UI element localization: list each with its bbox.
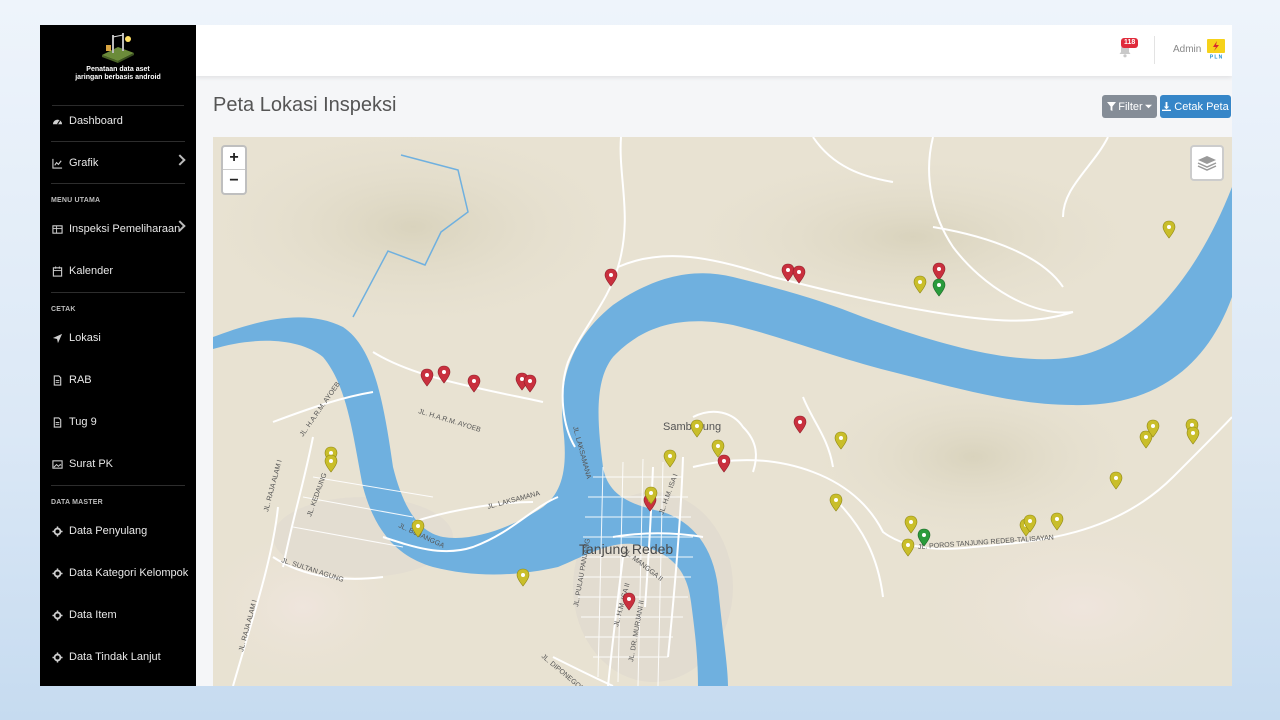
pln-logo-icon[interactable]: P L N — [1205, 38, 1227, 61]
logo-area[interactable]: Penataan data aset jaringan berbasis and… — [52, 31, 184, 106]
download-icon — [1162, 102, 1172, 111]
map-canvas[interactable]: Sambaliung Tanjung Redeb JL. H.A.R.M. AY… — [213, 137, 1232, 686]
sidebar-item-label: Grafik — [69, 157, 99, 169]
chevron-right-icon — [174, 154, 186, 166]
sidebar-item-label: Tug 9 — [69, 416, 97, 428]
svg-text:P L N: P L N — [1210, 55, 1223, 61]
sidebar-item-label: Kalender — [69, 265, 114, 277]
sidebar-item-label: Data Item — [69, 609, 117, 621]
divider — [51, 183, 185, 184]
dashboard-icon — [52, 116, 63, 127]
image-icon — [52, 459, 63, 470]
sidebar-item-grafik[interactable]: Grafik — [40, 148, 196, 178]
sidebar-item-label: RAB — [69, 374, 92, 386]
location-arrow-icon — [52, 333, 63, 344]
table-icon — [52, 224, 63, 235]
sidebar-item-data-item[interactable]: Data Item — [40, 600, 196, 630]
gear-icon — [52, 651, 63, 663]
chart-icon — [52, 158, 63, 169]
page-title: Peta Lokasi Inspeksi — [213, 94, 397, 116]
zoom-control: + − — [221, 145, 247, 195]
sidebar-item-tug9[interactable]: Tug 9 — [40, 407, 196, 437]
sidebar-item-label: Data Tindak Lanjut — [69, 651, 161, 663]
divider — [51, 141, 185, 142]
cetak-peta-button-label: Cetak Peta — [1174, 100, 1229, 113]
zoom-in-button[interactable]: + — [223, 147, 245, 170]
sidebar-item-data-tindak-lanjut[interactable]: Data Tindak Lanjut — [40, 642, 196, 672]
notification-badge: 118 — [1121, 38, 1139, 48]
topbar: 118 Admin P L N — [196, 25, 1232, 76]
gear-icon — [52, 567, 63, 579]
gear-icon — [52, 525, 63, 537]
sidebar-item-data-kategori-kelompok[interactable]: Data Kategori Kelompok — [40, 558, 196, 588]
calendar-icon — [52, 265, 63, 277]
app-logo-icon — [98, 31, 138, 63]
filter-button[interactable]: Filter — [1102, 95, 1157, 118]
zoom-out-button[interactable]: − — [223, 170, 245, 192]
divider — [51, 485, 185, 486]
caret-down-icon — [1144, 104, 1152, 109]
map-container[interactable]: Sambaliung Tanjung Redeb JL. H.A.R.M. AY… — [213, 137, 1232, 686]
gear-icon — [52, 609, 63, 621]
sidebar-item-label: Lokasi — [69, 332, 101, 344]
sidebar-item-label: Surat PK — [69, 458, 114, 470]
cetak-peta-button[interactable]: Cetak Peta — [1160, 95, 1231, 118]
section-cetak: CETAK — [51, 306, 76, 313]
file-icon — [52, 416, 63, 428]
sidebar-item-lokasi[interactable]: Lokasi — [40, 323, 196, 353]
sidebar-item-surat-pk[interactable]: Surat PK — [40, 449, 196, 479]
sidebar-item-label: Data Kategori Kelompok — [69, 567, 189, 579]
layers-icon[interactable] — [1190, 145, 1224, 181]
sidebar-item-rab[interactable]: RAB — [40, 365, 196, 395]
divider — [1154, 36, 1155, 64]
sidebar-item-label: Inspeksi Pemeliharaan — [69, 223, 181, 235]
user-name[interactable]: Admin — [1173, 44, 1201, 55]
sidebar: Penataan data aset jaringan berbasis and… — [40, 25, 196, 686]
filter-icon — [1107, 102, 1117, 111]
sidebar-item-label: Data Penyulang — [69, 525, 148, 537]
divider — [51, 292, 185, 293]
filter-button-label: Filter — [1118, 100, 1143, 113]
sidebar-item-label: Dashboard — [69, 115, 123, 127]
sidebar-item-kalender[interactable]: Kalender — [40, 256, 196, 286]
section-data-master: DATA MASTER — [51, 499, 103, 506]
logo-caption: Penataan data aset jaringan berbasis and… — [75, 66, 161, 81]
section-menu-utama: MENU UTAMA — [51, 197, 101, 204]
sidebar-item-data-penyulang[interactable]: Data Penyulang — [40, 516, 196, 546]
sidebar-item-dashboard[interactable]: Dashboard — [40, 106, 196, 136]
file-icon — [52, 374, 63, 386]
sidebar-item-inspeksi[interactable]: Inspeksi Pemeliharaan — [40, 214, 196, 244]
app-window: Penataan data aset jaringan berbasis and… — [40, 25, 1232, 686]
